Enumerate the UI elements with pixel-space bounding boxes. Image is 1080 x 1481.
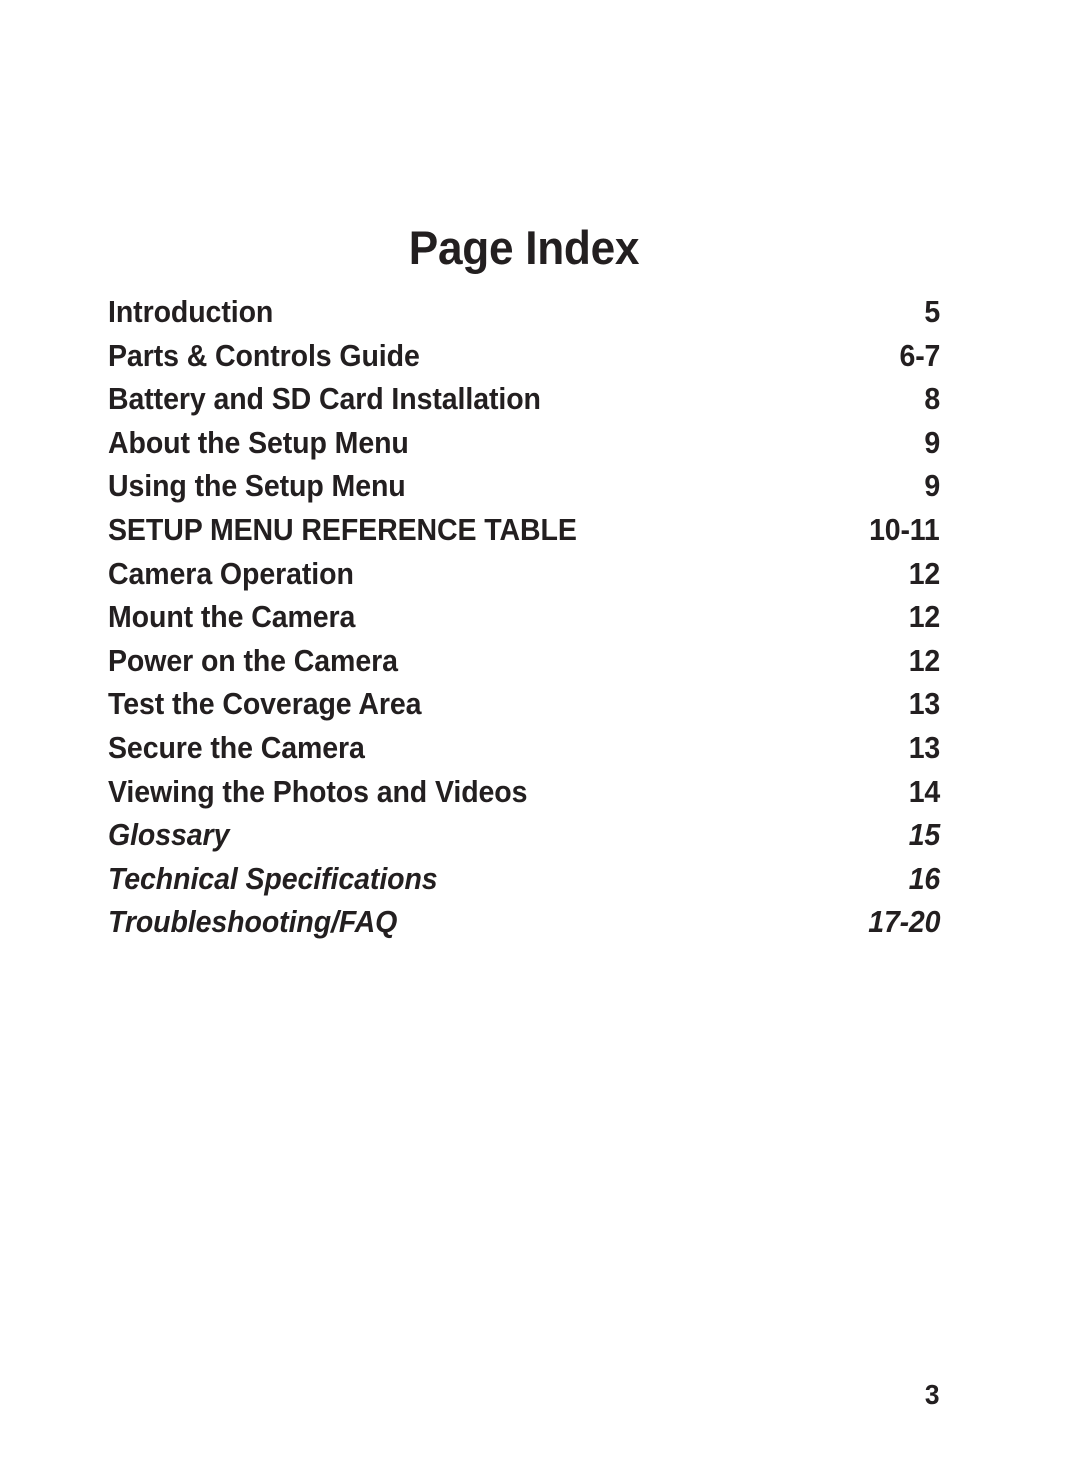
page-index-list: Introduction 5 Parts & Controls Guide 6-7 Ba… xyxy=(108,296,940,950)
index-entry-page-number: 6-7 xyxy=(899,337,940,373)
index-entry[interactable]: Viewing the Photos and Videos 14 xyxy=(108,776,940,820)
index-entry[interactable]: Introduction 5 xyxy=(108,296,940,340)
index-entry[interactable]: Using the Setup Menu 9 xyxy=(108,470,940,514)
index-entry-page-number: 10-11 xyxy=(869,511,941,547)
index-entry-label: Technical Specifications xyxy=(108,860,438,896)
index-entry[interactable]: Glossary 15 xyxy=(108,819,940,863)
index-entry-page-number: 5 xyxy=(924,294,940,329)
index-entry[interactable]: Camera Operation 12 xyxy=(108,558,940,602)
index-entry-label: About the Setup Menu xyxy=(108,424,409,460)
index-entry-page-number: 8 xyxy=(924,381,940,417)
page-title: Page Index xyxy=(408,221,640,275)
index-entry-label: Power on the Camera xyxy=(108,642,398,678)
index-entry[interactable]: Technical Specifications 16 xyxy=(108,863,940,907)
index-entry-label: SETUP MENU REFERENCE TABLE xyxy=(108,511,577,547)
index-entry-page-number: 12 xyxy=(908,642,941,678)
index-entry-label: Glossary xyxy=(108,817,230,853)
page-footer: 3 xyxy=(108,1381,940,1409)
index-entry-page-number: 16 xyxy=(908,860,941,896)
index-entry[interactable]: Parts & Controls Guide 6-7 xyxy=(108,340,940,384)
index-entry[interactable]: Battery and SD Card Installation 8 xyxy=(108,383,940,427)
index-entry[interactable]: Mount the Camera 12 xyxy=(108,601,940,645)
index-entry-label: Test the Coverage Area xyxy=(108,686,422,722)
index-entry-page-number: 9 xyxy=(924,424,940,460)
index-entry-page-number: 13 xyxy=(908,729,941,765)
index-entry[interactable]: Test the Coverage Area 13 xyxy=(108,688,940,732)
index-entry[interactable]: Troubleshooting/FAQ 17-20 xyxy=(108,906,940,950)
index-entry-label: Parts & Controls Guide xyxy=(108,337,420,373)
footer-page-number: 3 xyxy=(925,1379,940,1410)
index-entry-label: Mount the Camera xyxy=(108,599,356,635)
index-entry[interactable]: Power on the Camera 12 xyxy=(108,645,940,689)
index-entry-page-number: 9 xyxy=(924,468,940,504)
index-entry-page-number: 13 xyxy=(908,686,941,722)
document-page: Page Index Introduction 5 Parts & Controls… xyxy=(0,0,1080,1481)
index-entry-label: Battery and SD Card Installation xyxy=(108,381,541,417)
index-entry-label: Using the Setup Menu xyxy=(108,468,406,504)
index-entry[interactable]: Secure the Camera 13 xyxy=(108,732,940,776)
index-entry[interactable]: About the Setup Menu 9 xyxy=(108,427,940,471)
index-entry-label: Secure the Camera xyxy=(108,729,365,765)
index-entry-label: Introduction xyxy=(108,294,274,329)
index-entry-label: Troubleshooting/FAQ xyxy=(108,904,398,940)
index-entry-page-number: 15 xyxy=(908,817,941,853)
index-entry-page-number: 12 xyxy=(908,555,941,591)
index-entry-page-number: 12 xyxy=(908,599,941,635)
index-entry-page-number: 14 xyxy=(908,773,941,809)
index-entry-label: Camera Operation xyxy=(108,555,354,591)
index-entry-page-number: 17-20 xyxy=(867,904,940,940)
index-entry-label: Viewing the Photos and Videos xyxy=(108,773,528,809)
index-entry[interactable]: SETUP MENU REFERENCE TABLE 10-11 xyxy=(108,514,940,558)
